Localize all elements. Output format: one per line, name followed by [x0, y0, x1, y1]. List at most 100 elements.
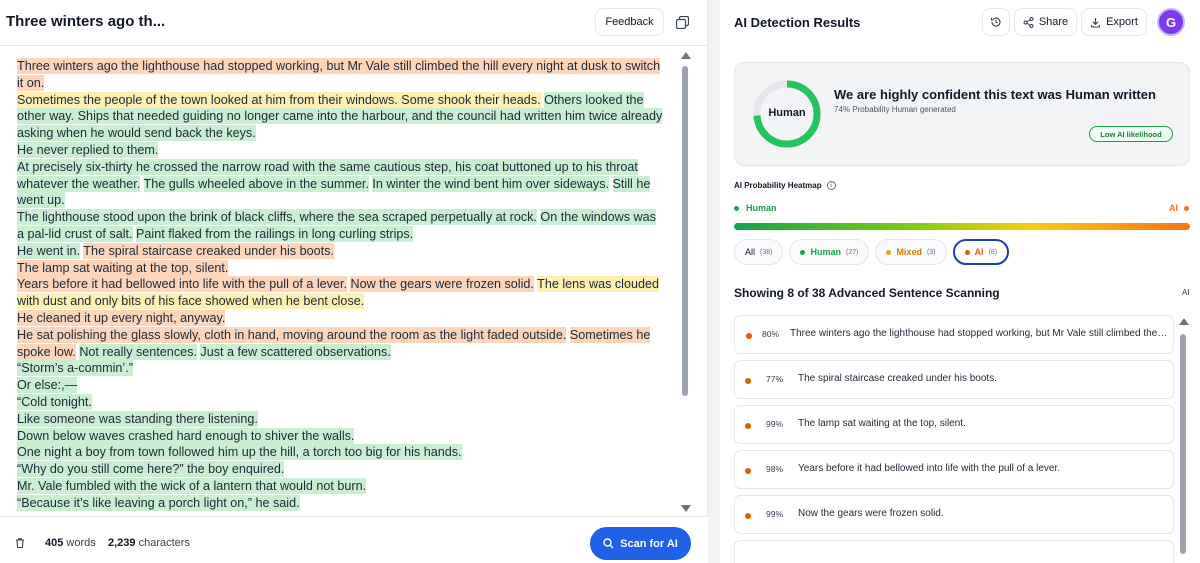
sentence-ai[interactable]: Now the gears were frozen solid. — [350, 276, 534, 293]
sentence-human[interactable]: Like someone was standing there listenin… — [17, 410, 258, 427]
feedback-button[interactable]: Feedback — [595, 8, 664, 36]
filter-tabs: All (38) Human (27) Mixed (3) AI (8) — [734, 239, 1010, 265]
editor-panel: Three winters ago th... Feedback Three w… — [0, 0, 708, 563]
sentence-result-row[interactable]: 77% The spiral staircase creaked under hi… — [734, 360, 1174, 399]
export-button[interactable]: Export — [1081, 8, 1147, 36]
sentence-ai[interactable]: The spiral staircase creaked under his b… — [83, 242, 334, 259]
sentence-result-row[interactable]: 99% Now the gears were frozen solid. — [734, 495, 1174, 534]
heatmap-ai-label: AI — [1169, 203, 1189, 213]
share-label: Share — [1038, 16, 1069, 28]
sentence-text: Three winters ago the lighthouse had sto… — [790, 328, 1170, 339]
ring-label: Human — [768, 107, 806, 119]
text-editor[interactable]: Three winters ago the lighthouse had sto… — [0, 50, 678, 512]
copy-icon[interactable] — [671, 10, 693, 34]
scroll-up-arrow-icon[interactable] — [1179, 318, 1189, 325]
heatmap-human-label: Human — [734, 203, 777, 213]
sentence-text: Years before it had bellowed into life w… — [798, 463, 1061, 474]
scan-for-ai-button[interactable]: Scan for AI — [590, 527, 691, 560]
sentence-ai[interactable]: The lamp sat waiting at the top, silent. — [17, 259, 229, 276]
sentence-human[interactable]: In winter the wind bent him over sideway… — [372, 175, 610, 192]
filter-tab-all[interactable]: All (38) — [734, 239, 784, 265]
filter-count: (3) — [926, 248, 936, 256]
ai-dot-icon — [964, 249, 970, 255]
sentence-text: The lamp sat waiting at the top, silent. — [798, 418, 966, 429]
sentence-human[interactable]: Paint flaked from the railings in long c… — [136, 225, 414, 242]
editor-footer: 405 words 2,239 characters Scan for AI — [0, 516, 708, 563]
word-count: 405 — [45, 537, 64, 549]
sentence-ai[interactable]: Three winters ago the lighthouse had sto… — [17, 58, 661, 91]
user-avatar[interactable]: G — [1157, 8, 1185, 36]
mixed-dot-icon — [886, 249, 892, 255]
filter-label: All — [745, 247, 756, 257]
sentence-result-row[interactable]: 80% Three winters ago the lighthouse had … — [734, 315, 1174, 354]
sentence-ai[interactable]: He sat polishing the glass slowly, cloth… — [17, 326, 567, 343]
ai-probability: 80% — [762, 329, 780, 339]
ai-dot-icon — [745, 378, 751, 384]
share-button[interactable]: Share — [1014, 8, 1077, 36]
scroll-up-arrow-icon[interactable] — [681, 52, 691, 59]
heatmap-gradient-bar — [734, 223, 1190, 230]
ai-probability: 77% — [766, 374, 784, 384]
sentence-result-row[interactable]: 99% The lamp sat waiting at the top, sile… — [734, 405, 1174, 444]
results-scrollbar[interactable] — [1178, 318, 1189, 563]
sentence-mixed[interactable]: Sometimes the people of the town looked … — [17, 91, 541, 108]
ai-probability: 99% — [766, 509, 784, 519]
sentence-ai[interactable]: He cleaned it up every night, anyway. — [17, 309, 226, 326]
human-dot-icon — [800, 249, 806, 255]
results-title: AI Detection Results — [734, 15, 861, 30]
scrollbar-thumb[interactable] — [1180, 334, 1186, 554]
sentence-human[interactable]: “Cold tonight. — [17, 393, 92, 410]
info-icon[interactable]: i — [826, 181, 836, 190]
scrollbar-thumb[interactable] — [682, 66, 688, 396]
ai-dot-icon — [746, 333, 752, 339]
ai-dot-icon — [745, 468, 751, 474]
sentence-human[interactable]: He went in. — [17, 242, 80, 259]
filter-tab-ai[interactable]: AI (8) — [952, 239, 1010, 265]
sentence-human[interactable]: He never replied to them. — [17, 141, 159, 158]
sentence-human[interactable]: Or else:,— — [17, 377, 78, 394]
filter-tab-human[interactable]: Human (27) — [789, 239, 870, 265]
sentence-human[interactable]: The gulls wheeled above in the summer. — [143, 175, 369, 192]
filter-label: Human — [810, 247, 841, 257]
sentence-human[interactable]: “Why do you still come here?” the boy en… — [17, 461, 285, 478]
filter-count: (38) — [760, 248, 773, 256]
editor-scrollbar[interactable] — [680, 52, 691, 512]
sentence-human[interactable]: One night a boy from town followed him u… — [17, 444, 462, 461]
confidence-title: We are highly confident this text was Hu… — [834, 87, 1156, 102]
sentence-text: Now the gears were frozen solid. — [798, 508, 944, 519]
ai-dot-icon — [745, 423, 751, 429]
sentence-human[interactable]: Down below waves crashed hard enough to … — [17, 427, 355, 444]
sentence-result-list: 80% Three winters ago the lighthouse had … — [734, 315, 1174, 563]
history-button[interactable] — [982, 8, 1010, 36]
sentence-human[interactable]: The lighthouse stood upon the brink of b… — [17, 209, 537, 226]
sentence-human[interactable]: Just a few scattered observations. — [200, 343, 391, 360]
confidence-subtitle: 74% Probability Human generated — [834, 105, 956, 114]
sentence-human[interactable]: “Storm’s a-commin’.” — [17, 360, 133, 377]
sentence-human[interactable]: “Because it’s like leaving a porch light… — [17, 494, 300, 511]
export-label: Export — [1106, 16, 1138, 28]
ai-dot-icon — [745, 513, 751, 519]
heatmap-human-text: Human — [746, 203, 777, 213]
results-header: AI Detection Results Share Export G — [720, 0, 1200, 46]
sentence-result-row[interactable]: 98% Years before it had bellowed into lif… — [734, 450, 1174, 489]
filter-tab-mixed[interactable]: Mixed (3) — [875, 239, 947, 265]
history-icon — [990, 17, 1001, 27]
word-char-count: 405 words 2,239 characters — [45, 537, 190, 549]
document-title: Three winters ago th... — [6, 13, 166, 30]
ai-likelihood-badge: Low AI likelihood — [1089, 126, 1173, 142]
showing-ai-tag: AI — [1182, 288, 1190, 297]
sentence-text: The spiral staircase creaked under his b… — [798, 373, 997, 384]
char-count-label: characters — [138, 537, 190, 549]
sentence-human[interactable]: Not really sentences. — [79, 343, 197, 360]
sentence-result-row[interactable] — [734, 540, 1174, 563]
word-count-label: words — [66, 537, 96, 549]
filter-count: (8) — [988, 248, 998, 256]
scroll-down-arrow-icon[interactable] — [681, 505, 691, 512]
ai-probability: 98% — [766, 464, 784, 474]
filter-label: AI — [974, 247, 984, 257]
result-summary-card: Human We are highly confident this text … — [734, 62, 1190, 166]
sentence-ai[interactable]: Years before it had bellowed into life w… — [17, 276, 347, 293]
trash-icon[interactable] — [14, 536, 26, 554]
sentence-human[interactable]: Mr. Vale fumbled with the wick of a lant… — [17, 477, 367, 494]
filter-count: (27) — [845, 248, 859, 256]
